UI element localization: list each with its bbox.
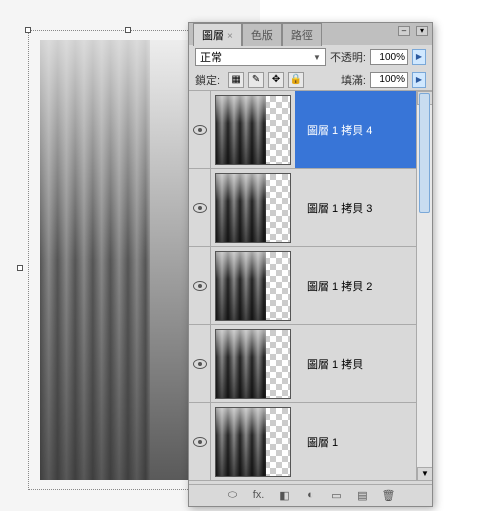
- layer-row[interactable]: 圖層 1 拷貝 3: [189, 169, 432, 247]
- eye-icon[interactable]: [193, 437, 207, 447]
- layer-name[interactable]: 圖層 1 拷貝 3: [295, 169, 432, 246]
- layer-thumbnail[interactable]: [215, 173, 291, 243]
- layer-name[interactable]: 圖層 1: [295, 403, 432, 480]
- transform-handle-tc[interactable]: [125, 27, 131, 33]
- eye-icon[interactable]: [193, 203, 207, 213]
- tab-layers-label: 圖層: [202, 30, 224, 42]
- layer-row[interactable]: 圖層 1 拷貝: [189, 325, 432, 403]
- blend-mode-value: 正常: [200, 49, 222, 65]
- layer-mask-icon[interactable]: ◧: [277, 489, 293, 503]
- layer-style-icon[interactable]: fx.: [251, 489, 267, 503]
- tab-close-icon: ×: [227, 31, 233, 42]
- eye-icon[interactable]: [193, 125, 207, 135]
- layer-name[interactable]: 圖層 1 拷貝 4: [295, 91, 432, 168]
- eye-icon[interactable]: [193, 281, 207, 291]
- layer-thumbnail[interactable]: [215, 95, 291, 165]
- panel-minimize-icon[interactable]: –: [398, 26, 410, 36]
- lock-pixels-icon[interactable]: ✎: [248, 72, 264, 88]
- scrollbar[interactable]: ▲ ▼: [416, 91, 432, 481]
- lock-row: 鎖定: ▦ ✎ ✥ 🔒 填滿: ▶: [189, 69, 432, 91]
- layer-name[interactable]: 圖層 1 拷貝 2: [295, 247, 432, 324]
- delete-layer-icon[interactable]: 🗑: [381, 489, 397, 503]
- fill-input[interactable]: [370, 72, 408, 88]
- layers-panel: 圖層× 色版 路徑 – ▾ 正常 ▼ 不透明: ▶ 鎖定: ▦ ✎ ✥ 🔒 填滿…: [188, 22, 433, 507]
- panel-menu-icon[interactable]: ▾: [416, 26, 428, 36]
- layer-row[interactable]: 圖層 1 拷貝 2: [189, 247, 432, 325]
- transform-handle-tl[interactable]: [25, 27, 31, 33]
- new-layer-icon[interactable]: ▤: [355, 489, 371, 503]
- layers-list: 圖層 1 拷貝 4 圖層 1 拷貝 3 圖層 1 拷貝 2 圖層 1 拷貝 圖層…: [189, 91, 432, 481]
- layer-thumbnail[interactable]: [215, 329, 291, 399]
- layer-thumbnail[interactable]: [215, 251, 291, 321]
- panel-tabs: 圖層× 色版 路徑 – ▾: [189, 23, 432, 45]
- lock-transparency-icon[interactable]: ▦: [228, 72, 244, 88]
- scroll-down-icon[interactable]: ▼: [417, 467, 432, 481]
- layer-thumbnail[interactable]: [215, 407, 291, 477]
- eye-icon[interactable]: [193, 359, 207, 369]
- tab-channels[interactable]: 色版: [242, 23, 282, 46]
- opacity-input[interactable]: [370, 49, 408, 65]
- tab-layers[interactable]: 圖層×: [193, 23, 242, 46]
- fill-label: 填滿:: [341, 72, 366, 88]
- opacity-slider-icon[interactable]: ▶: [412, 49, 426, 65]
- layer-name[interactable]: 圖層 1 拷貝: [295, 325, 432, 402]
- opacity-label: 不透明:: [330, 49, 366, 65]
- fill-slider-icon[interactable]: ▶: [412, 72, 426, 88]
- lock-position-icon[interactable]: ✥: [268, 72, 284, 88]
- panel-footer: ⬭ fx. ◧ ◐ ▭ ▤ 🗑: [189, 484, 432, 506]
- group-icon[interactable]: ▭: [329, 489, 345, 503]
- layer-row[interactable]: 圖層 1: [189, 403, 432, 481]
- link-layers-icon[interactable]: ⬭: [225, 489, 241, 503]
- transform-handle-ml[interactable]: [17, 265, 23, 271]
- adjustment-layer-icon[interactable]: ◐: [303, 489, 319, 503]
- layer-row[interactable]: 圖層 1 拷貝 4: [189, 91, 432, 169]
- blend-mode-dropdown[interactable]: 正常 ▼: [195, 48, 326, 66]
- scroll-thumb[interactable]: [419, 93, 430, 213]
- lock-label: 鎖定:: [195, 72, 220, 88]
- tab-paths[interactable]: 路徑: [282, 23, 322, 46]
- blend-row: 正常 ▼ 不透明: ▶: [189, 45, 432, 69]
- chevron-down-icon: ▼: [313, 53, 321, 62]
- lock-all-icon[interactable]: 🔒: [288, 72, 304, 88]
